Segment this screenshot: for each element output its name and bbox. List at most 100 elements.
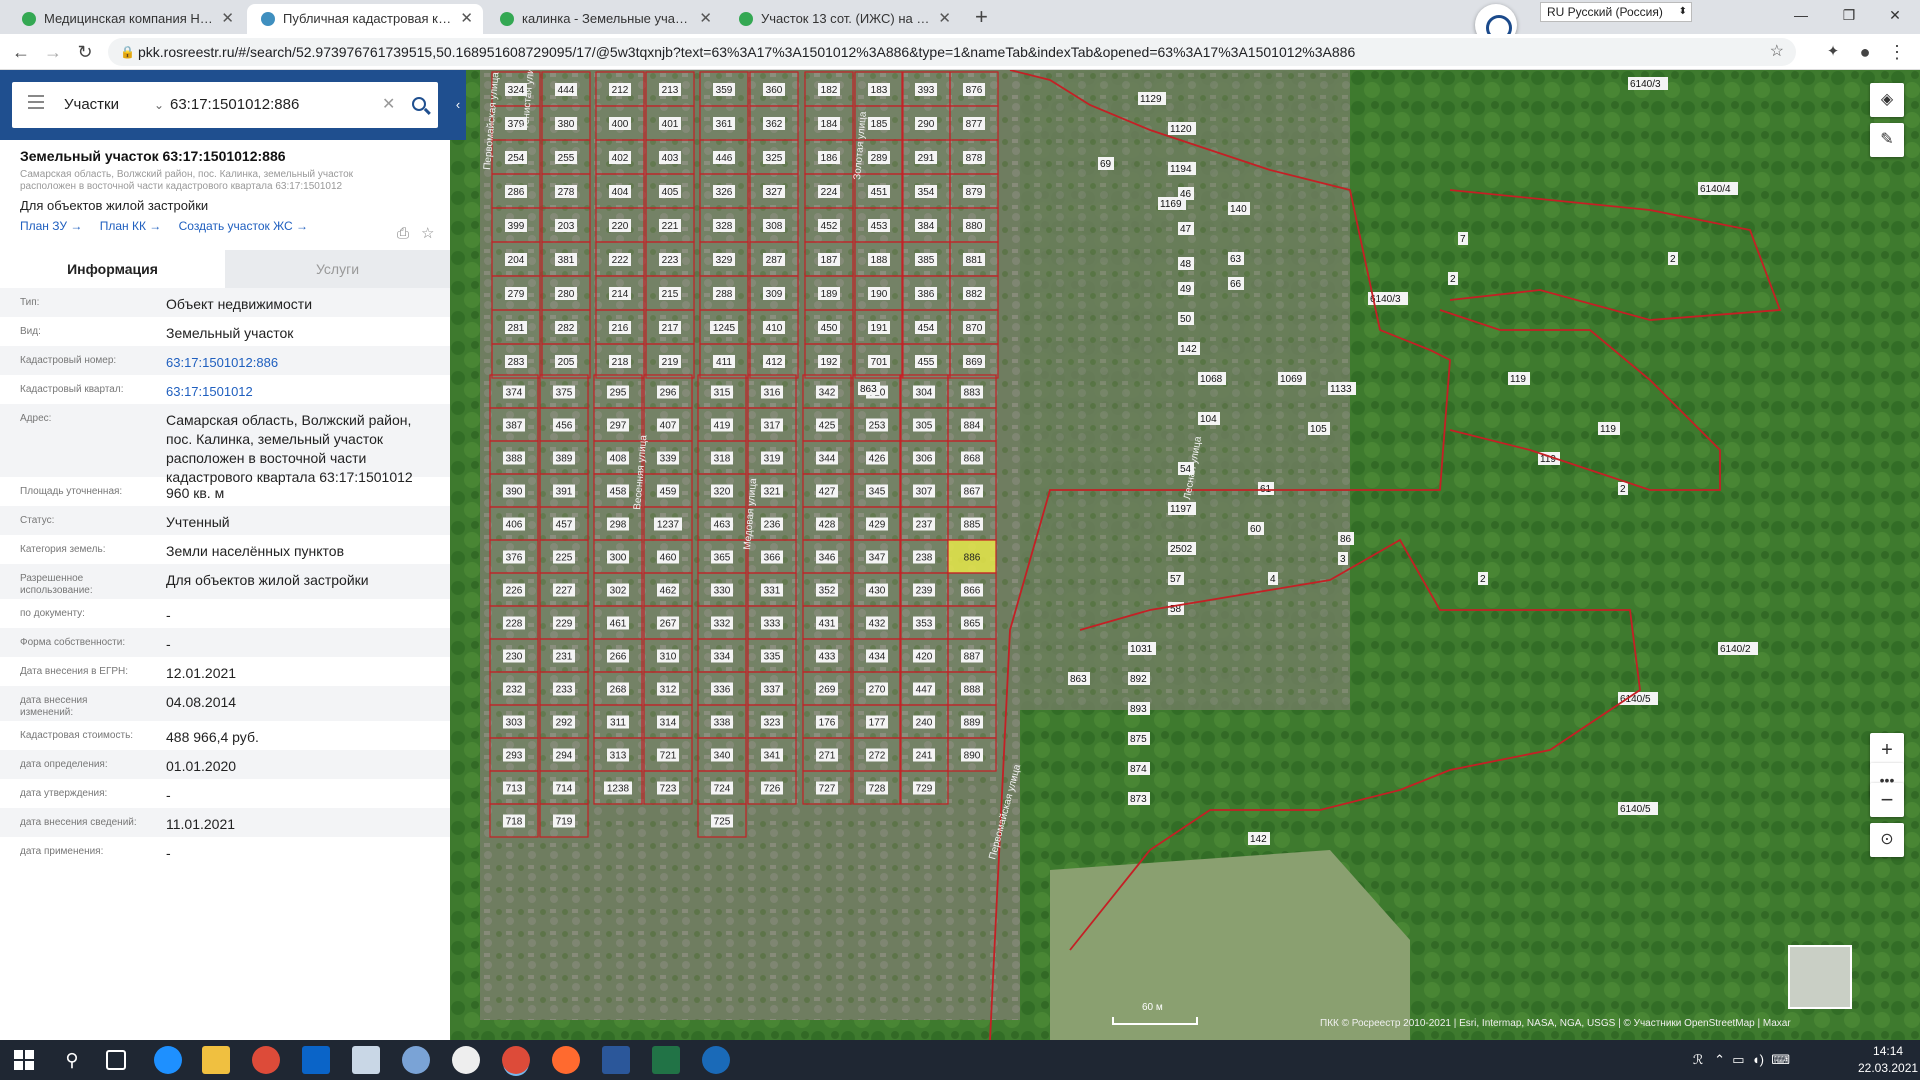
search-taskbar-icon[interactable]: ⚲ [58,1046,86,1074]
windows-start-icon[interactable] [10,1046,38,1074]
address-bar[interactable]: 🔒 pkk.rosreestr.ru/#/search/52.973976761… [108,38,1796,66]
forward-arrow-icon[interactable]: → [40,39,66,65]
plan-zu-link[interactable]: План ЗУ → [20,219,82,233]
parcel-number[interactable]: 2 [1620,484,1626,495]
compass-icon[interactable]: ⊙ [1870,823,1904,857]
clear-search-icon[interactable]: ✕ [382,82,395,128]
ruler-icon[interactable]: ✎ [1870,123,1904,157]
chrome-icon[interactable] [252,1046,280,1074]
map-canvas[interactable]: 3243792542863992042792812834443802552782… [450,70,1920,1040]
search-type-select[interactable]: Участки [64,82,119,128]
parcel-number[interactable]: 7 [1460,234,1466,245]
close-tab-icon[interactable]: ✕ [221,4,234,34]
bookmark-star-icon[interactable]: ☆ [1770,38,1784,66]
new-tab-button[interactable]: + [975,4,988,30]
browser-tab[interactable]: калинка - Земельные участки в ✕ [486,4,722,34]
parcel-number[interactable]: 69 [1100,159,1112,170]
extensions-icon[interactable]: ✦ [1820,39,1846,65]
clock[interactable]: 14:14 22.03.2021 [1858,1043,1918,1077]
print-icon[interactable]: ⎙ [397,225,409,242]
yandex-browser-icon[interactable] [552,1046,580,1074]
parcel-number[interactable]: 142 [1250,834,1267,845]
parcel-number[interactable]: 1129 [1140,94,1162,105]
parcel-number[interactable]: 60 [1250,524,1262,535]
word-icon[interactable] [602,1046,630,1074]
close-tab-icon[interactable]: ✕ [460,4,473,34]
layers-icon[interactable]: ◈ [1870,83,1904,117]
parcel-number[interactable]: 105 [1310,424,1327,435]
chevron-down-icon[interactable]: ⌄ [154,82,164,128]
plan-kk-link[interactable]: План КК → [100,219,162,233]
parcel-number[interactable]: 47 [1180,224,1192,235]
browser-tab[interactable]: Участок 13 сот. (ИЖС) на прода ✕ [725,4,961,34]
property-value-link[interactable]: 63:17:1501012:886 [166,353,436,372]
minimize-icon[interactable]: — [1778,0,1824,30]
person-icon[interactable]: ℛ [1693,1052,1703,1067]
parcel-number[interactable]: 6140/3 [1630,79,1661,90]
parcel-number[interactable]: 46 [1180,189,1192,200]
parcel-number[interactable]: 2 [1480,574,1486,585]
parcel-number[interactable]: 863 [860,384,877,395]
parcel-number[interactable]: 57 [1170,574,1182,585]
browser-tab-active[interactable]: Публичная кадастровая карта ✕ [247,4,483,34]
parcel-number[interactable]: 4 [1270,574,1276,585]
browser-tab[interactable]: Медицинская компания Наука ✕ [8,4,244,34]
search-input[interactable]: 63:17:1501012:886 [170,82,299,128]
parcel-number[interactable]: 6140/4 [1700,184,1731,195]
parcel-number[interactable]: 3 [1340,554,1346,565]
language-select[interactable]: RU Русский (Россия) ⬍ [1540,2,1692,22]
more-menu-icon[interactable]: ⋮ [1884,39,1910,65]
account-avatar-icon[interactable]: ● [1852,39,1878,65]
parcel-number[interactable]: 892 [1130,674,1147,685]
cadastral-map[interactable]: 324 379 254 286 399 204 279 281 283 444 380 255 278 2… [450,70,1920,1040]
parcel-number[interactable]: 1133 [1330,384,1352,395]
favorite-star-icon[interactable]: ☆ [421,225,434,242]
parcel-number[interactable]: 63 [1230,254,1242,265]
parcel-number[interactable]: 874 [1130,764,1147,775]
parcel-number[interactable]: 1069 [1280,374,1303,385]
search-icon[interactable] [412,97,426,111]
parcel-number[interactable]: 119 [1600,424,1616,435]
excel-icon[interactable] [652,1046,680,1074]
task-view-icon[interactable] [106,1050,126,1070]
parcel-number[interactable]: 6140/2 [1720,644,1751,655]
parcel-number[interactable]: 119 [1510,374,1526,385]
browser-app-icon[interactable] [452,1046,480,1074]
parcel-number[interactable]: 1197 [1170,504,1192,515]
parcel-number[interactable]: 49 [1180,284,1192,295]
parcel-number[interactable]: 863 [1070,674,1087,685]
parcel-number[interactable]: 1194 [1170,164,1192,175]
maximize-icon[interactable]: ❐ [1826,0,1872,30]
outlook-icon[interactable] [302,1046,330,1074]
parcel-number[interactable]: 6140/5 [1620,804,1651,815]
parcel-number[interactable]: 1169 [1160,199,1182,210]
minimap-thumbnail[interactable] [1788,945,1852,1009]
remote-access-icon[interactable] [702,1046,730,1074]
volume-icon[interactable]: ◖) [1752,1052,1764,1067]
parcel-number[interactable]: 893 [1130,704,1147,715]
close-tab-icon[interactable]: ✕ [699,4,712,34]
parcel-number[interactable]: 48 [1180,259,1192,270]
collapse-panel-icon[interactable]: ‹ [450,70,466,140]
parcel-number[interactable]: 1120 [1170,124,1192,135]
keyboard-icon[interactable]: ⌨ [1771,1052,1790,1067]
parcel-number[interactable]: 875 [1130,734,1147,745]
parcel-number[interactable]: 2502 [1170,544,1193,555]
close-window-icon[interactable]: ✕ [1872,0,1918,30]
zoom-in-icon[interactable]: + [1870,733,1904,767]
parcel-number[interactable]: 1068 [1200,374,1223,385]
tab-information[interactable]: Информация [0,250,225,288]
parcel-number[interactable]: 1031 [1130,644,1153,655]
hamburger-menu-icon[interactable] [28,95,44,109]
tab-services[interactable]: Услуги [225,250,450,288]
parcel-number[interactable]: 2 [1450,274,1456,285]
parcel-number[interactable]: 50 [1180,314,1192,325]
file-explorer-icon[interactable] [202,1046,230,1074]
back-arrow-icon[interactable]: ← [8,39,34,65]
reload-icon[interactable]: ↻ [72,39,98,65]
parcel-number[interactable]: 142 [1180,344,1197,355]
app-icon[interactable] [402,1046,430,1074]
parcel-number[interactable]: 140 [1230,204,1247,215]
edge-browser-icon[interactable] [154,1046,182,1074]
document-app-icon[interactable] [352,1046,380,1074]
